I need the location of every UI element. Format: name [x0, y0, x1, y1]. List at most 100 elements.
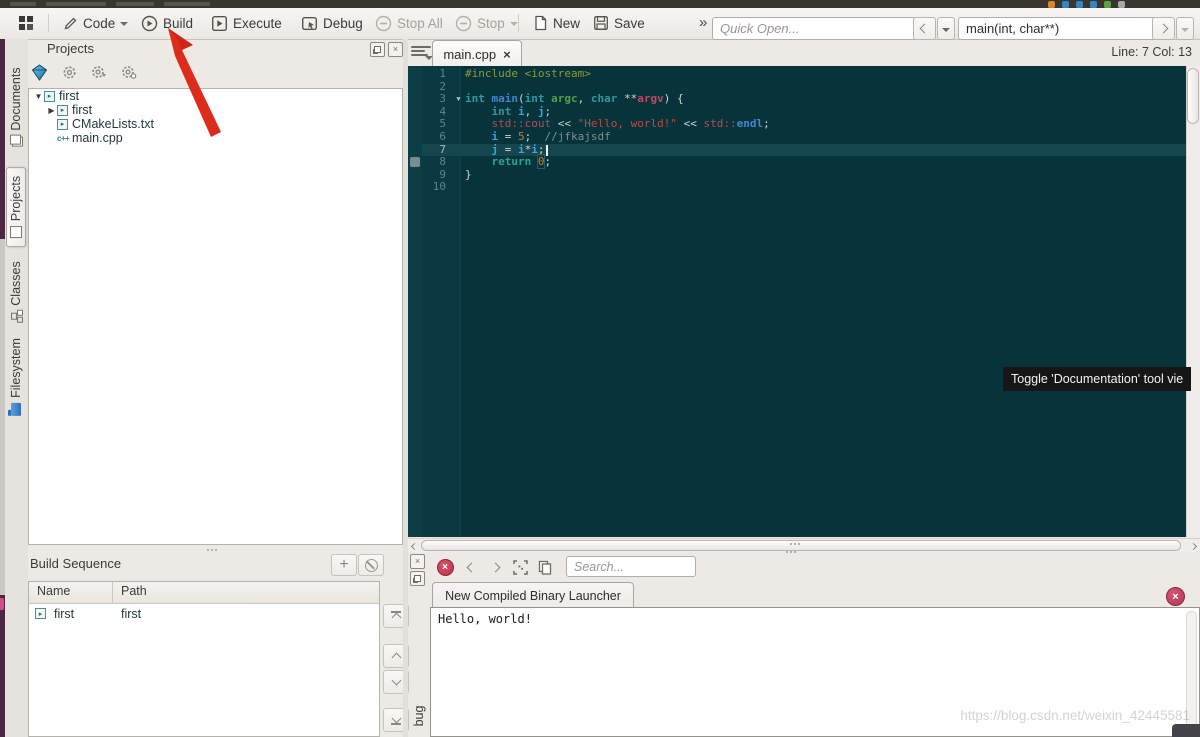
- line-number[interactable]: 1: [422, 68, 452, 81]
- token-pl: ;: [763, 117, 770, 130]
- chevron-left-icon: [920, 24, 930, 34]
- dock-tab-filesystem[interactable]: Filesystem: [9, 338, 23, 416]
- dock-tab-documents[interactable]: Documents: [9, 67, 23, 146]
- detach-icon: [414, 575, 421, 582]
- code-line[interactable]: 1#include <iostream>: [408, 68, 1186, 81]
- splitter-grip[interactable]: [786, 551, 788, 553]
- close-output-button[interactable]: ×: [1166, 587, 1185, 606]
- nav-forward-dropdown[interactable]: [1176, 17, 1194, 40]
- project-tree-item[interactable]: ▼▸first: [29, 89, 402, 103]
- remove-item-button[interactable]: [358, 554, 384, 576]
- editor-vscrollbar-thumb[interactable]: [1187, 68, 1199, 124]
- dock-tab-classes[interactable]: Classes: [9, 261, 23, 322]
- project-tree-item[interactable]: c++main.cpp: [29, 131, 402, 145]
- projects-close-button[interactable]: ×: [388, 42, 403, 57]
- project-settings-button[interactable]: [120, 63, 138, 81]
- projects-detach-button[interactable]: [370, 42, 385, 57]
- build-selection-button[interactable]: [90, 63, 108, 81]
- debug-button[interactable]: Debug: [298, 8, 366, 38]
- expander-icon[interactable]: ▼: [33, 92, 44, 101]
- nav-back-dropdown[interactable]: [937, 17, 955, 40]
- scrollbar-grip[interactable]: [790, 543, 792, 545]
- execute-button[interactable]: Execute: [208, 8, 285, 38]
- code-editor[interactable]: 1#include <iostream>23▼int main(int argc…: [408, 66, 1186, 537]
- bottom-panel-close-button[interactable]: ×: [410, 554, 425, 569]
- icon-border-cell: [408, 93, 422, 106]
- new-button[interactable]: New: [530, 8, 583, 38]
- token-pl: <<: [551, 117, 578, 130]
- token-pl: ;: [525, 130, 545, 143]
- code-line[interactable]: 8 return 0;: [408, 156, 1186, 169]
- code-button[interactable]: Code: [60, 8, 131, 38]
- symbol-navigator-input[interactable]: [958, 17, 1156, 40]
- project-icon: ▸: [57, 105, 68, 116]
- line-number[interactable]: 5: [422, 118, 452, 131]
- column-path[interactable]: Path: [113, 582, 147, 603]
- line-number[interactable]: 3: [422, 93, 452, 106]
- chevron-right-icon: [490, 562, 500, 572]
- code-text: [465, 181, 1186, 194]
- project-tree-item[interactable]: ▸ CMakeLists.txt: [29, 117, 402, 131]
- fold-marker-icon[interactable]: ▼: [452, 93, 465, 106]
- column-name[interactable]: Name: [29, 582, 113, 603]
- editor-vscrollbar[interactable]: [1186, 66, 1200, 537]
- stop-process-button[interactable]: ×: [436, 558, 454, 576]
- stop-icon: [455, 15, 472, 32]
- stop-button[interactable]: Stop: [452, 8, 521, 38]
- expander-icon[interactable]: ▶: [46, 106, 57, 115]
- token-pl: ;: [544, 155, 551, 168]
- previous-item-button[interactable]: [462, 558, 480, 576]
- token-arg: argc: [551, 92, 578, 105]
- select-all-button[interactable]: [511, 558, 529, 576]
- splitter-grip[interactable]: [207, 549, 209, 551]
- launcher-output-tab[interactable]: New Compiled Binary Launcher: [432, 582, 634, 609]
- line-number[interactable]: 6: [422, 131, 452, 144]
- kdevelop-gem-button[interactable]: [30, 63, 48, 81]
- cmake-file-icon: ▸: [57, 119, 68, 130]
- tab-close-icon[interactable]: ×: [503, 47, 511, 62]
- bottom-panel-detach-button[interactable]: [410, 571, 425, 586]
- dock-tab-debug-partial[interactable]: bug: [412, 706, 426, 727]
- copy-button[interactable]: [536, 558, 554, 576]
- scroll-left-button[interactable]: [409, 542, 419, 550]
- nav-back-button[interactable]: [913, 17, 936, 40]
- fold-spacer: [452, 131, 465, 144]
- dock-tab-projects[interactable]: Projects: [6, 167, 26, 247]
- project-tree-item[interactable]: ▶▸first: [29, 103, 402, 117]
- line-number[interactable]: 2: [422, 81, 452, 94]
- tree-item-label: CMakeLists.txt: [72, 117, 154, 131]
- toolbar-overflow-button[interactable]: »: [699, 14, 707, 31]
- code-line[interactable]: 10: [408, 181, 1186, 194]
- line-number[interactable]: 10: [422, 181, 452, 194]
- tooltip-text: Toggle 'Documentation' tool vie: [1011, 372, 1183, 386]
- token-pl: =: [498, 143, 518, 156]
- quick-open-input[interactable]: [712, 17, 920, 40]
- menu-smudge: [46, 2, 106, 6]
- sessions-grid-button[interactable]: [14, 8, 38, 38]
- document-list-button[interactable]: [411, 44, 431, 60]
- scroll-right-button[interactable]: [1188, 542, 1198, 550]
- line-number[interactable]: 7: [422, 144, 452, 157]
- output-search-input[interactable]: [566, 556, 696, 577]
- code-line[interactable]: 9}: [408, 169, 1186, 182]
- chevron-up-icon: [391, 612, 401, 622]
- fold-spacer: [452, 181, 465, 194]
- code-label: Code: [83, 16, 115, 31]
- fold-spacer: [452, 118, 465, 131]
- token-argv: argv: [637, 92, 664, 105]
- stop-all-button[interactable]: Stop All: [372, 8, 446, 38]
- build-button[interactable]: Build: [138, 8, 196, 38]
- build-sequence-row[interactable]: ▸firstfirst: [29, 604, 379, 623]
- line-number[interactable]: 8: [422, 156, 452, 169]
- add-item-button[interactable]: +: [331, 554, 357, 576]
- line-number[interactable]: 4: [422, 106, 452, 119]
- new-label: New: [553, 16, 580, 31]
- corner-overlay: [1172, 724, 1200, 737]
- configure-button[interactable]: [60, 63, 78, 81]
- save-button[interactable]: Save: [590, 8, 648, 38]
- menu-smudge: [10, 2, 36, 6]
- editor-hscrollbar-thumb[interactable]: [421, 540, 1181, 551]
- nav-forward-button[interactable]: [1152, 17, 1175, 40]
- next-item-button[interactable]: [486, 558, 504, 576]
- editor-tab-maincpp[interactable]: main.cpp ×: [432, 40, 522, 67]
